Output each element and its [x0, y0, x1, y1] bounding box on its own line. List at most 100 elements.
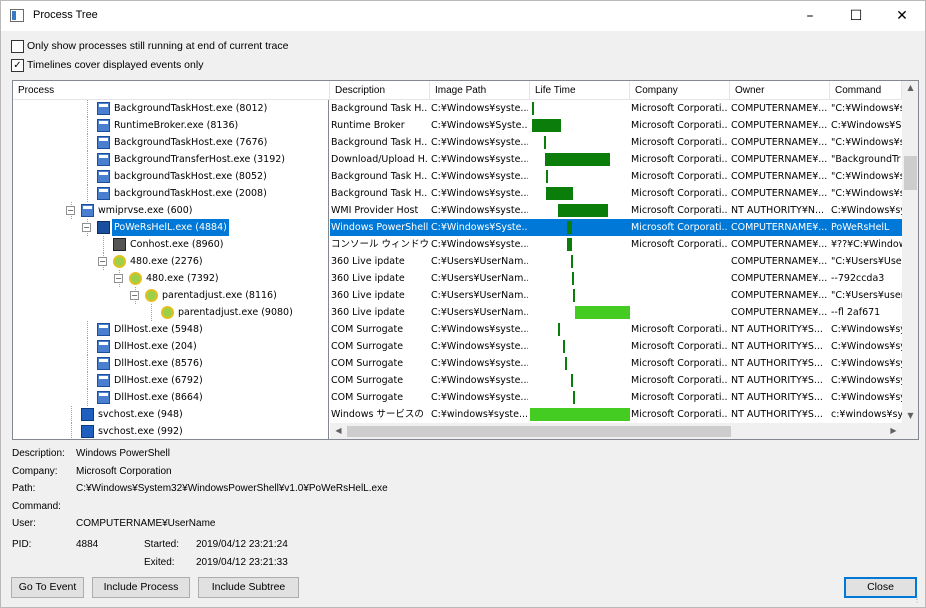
- description-cell: Background Task H...: [331, 188, 428, 199]
- timelines-cover-checkbox[interactable]: ✓: [11, 59, 24, 72]
- table-row[interactable]: COM Surrogate C:¥Windows¥syste... Microsof…: [330, 338, 902, 355]
- table-row[interactable]: COM Surrogate C:¥Windows¥syste... Microsof…: [330, 355, 902, 372]
- process-name: svchost.exe (992): [98, 426, 183, 437]
- tree-row[interactable]: svchost.exe (992): [13, 423, 328, 439]
- tree-row[interactable]: BackgroundTransferHost.exe (3192): [13, 151, 328, 168]
- table-row[interactable]: COM Surrogate C:¥Windows¥syste... Microsof…: [330, 389, 902, 406]
- table-row[interactable]: WMI Provider Host C:¥Windows¥syste... Micr…: [330, 202, 902, 219]
- tree-row[interactable]: BackgroundTaskHost.exe (7676): [13, 134, 328, 151]
- horizontal-scrollbar[interactable]: ◀ ▶: [330, 423, 902, 439]
- table-row[interactable]: Windows サービスの ... C:¥windows¥syste... Micr…: [330, 406, 902, 423]
- column-header-image-path[interactable]: Image Path: [430, 81, 530, 100]
- table-row[interactable]: 360 Live ipdate C:¥Users¥UserNam... COMPUT…: [330, 304, 902, 321]
- tree-row[interactable]: − PoWeRsHelL.exe (4884): [13, 219, 328, 236]
- table-row[interactable]: COM Surrogate C:¥Windows¥syste... Microsof…: [330, 321, 902, 338]
- horizontal-scroll-thumb[interactable]: [347, 426, 731, 437]
- image-path-cell: C:¥Windows¥Syste...: [431, 222, 528, 233]
- collapse-toggle-icon[interactable]: −: [114, 274, 123, 283]
- tree-row[interactable]: RuntimeBroker.exe (8136): [13, 117, 328, 134]
- table-row[interactable]: 360 Live ipdate C:¥Users¥UserNam... COMPUT…: [330, 253, 902, 270]
- minimize-icon: –: [806, 8, 814, 24]
- table-row[interactable]: Runtime Broker C:¥Windows¥Syste... Microso…: [330, 117, 902, 134]
- vertical-scroll-thumb[interactable]: [904, 156, 917, 190]
- collapse-toggle-icon[interactable]: −: [66, 206, 75, 215]
- close-window-button[interactable]: ✕: [879, 1, 925, 31]
- table-row[interactable]: Background Task H... C:¥Windows¥syste... M…: [330, 185, 902, 202]
- table-row[interactable]: Download/Upload H... C:¥Windows¥syste... M…: [330, 151, 902, 168]
- company-label: Company:: [12, 466, 58, 477]
- column-header-process[interactable]: Process: [13, 81, 330, 100]
- tree-row[interactable]: DllHost.exe (8576): [13, 355, 328, 372]
- company-cell: [630, 287, 728, 304]
- collapse-toggle-icon[interactable]: −: [130, 291, 139, 300]
- image-path-cell: C:¥Windows¥syste...: [431, 358, 528, 369]
- tree-row[interactable]: DllHost.exe (6792): [13, 372, 328, 389]
- scroll-down-icon[interactable]: ▼: [902, 411, 918, 420]
- only-running-checkbox[interactable]: [11, 40, 24, 53]
- command-cell: "BackgroundTr: [831, 154, 901, 165]
- description-cell: Background Task H...: [331, 137, 428, 148]
- description-cell: Download/Upload H...: [331, 154, 428, 165]
- minimize-button[interactable]: –: [787, 1, 833, 31]
- tree-row[interactable]: DllHost.exe (204): [13, 338, 328, 355]
- column-header-company[interactable]: Company: [630, 81, 730, 100]
- tree-row[interactable]: parentadjust.exe (9080): [13, 304, 328, 321]
- owner-cell: COMPUTERNAME¥...: [731, 120, 828, 131]
- tree-row[interactable]: − wmiprvse.exe (600): [13, 202, 328, 219]
- table-row[interactable]: 360 Live ipdate C:¥Users¥UserNam... COMPUT…: [330, 270, 902, 287]
- table-row[interactable]: Background Task H... C:¥Windows¥syste... M…: [330, 168, 902, 185]
- go-to-event-button[interactable]: Go To Event: [11, 577, 84, 598]
- table-row[interactable]: Background Task H... C:¥Windows¥syste... M…: [330, 134, 902, 151]
- image-path-cell: C:¥Windows¥syste...: [431, 137, 528, 148]
- column-header-owner[interactable]: Owner: [730, 81, 830, 100]
- process-tree-window: Process Tree – ☐ ✕ Only show processes s…: [0, 0, 926, 608]
- process-name: PoWeRsHelL.exe (4884): [112, 219, 229, 236]
- table-row[interactable]: COM Surrogate C:¥Windows¥syste... Microsof…: [330, 372, 902, 389]
- owner-cell: NT AUTHORITY¥S...: [731, 324, 823, 335]
- process-icon: [97, 340, 110, 353]
- scroll-right-icon[interactable]: ▶: [885, 426, 902, 435]
- collapse-toggle-icon[interactable]: −: [82, 223, 91, 232]
- tree-row[interactable]: DllHost.exe (8664): [13, 389, 328, 406]
- include-process-button[interactable]: Include Process: [92, 577, 190, 598]
- image-path-cell: C:¥Users¥UserNam...: [431, 256, 528, 267]
- exited-label: Exited:: [144, 557, 175, 568]
- close-button[interactable]: Close: [844, 577, 917, 598]
- column-header-command[interactable]: Command: [830, 81, 902, 100]
- include-subtree-button[interactable]: Include Subtree: [198, 577, 299, 598]
- table-row[interactable]: Background Task H... C:¥Windows¥syste... M…: [330, 100, 902, 117]
- process-icon: [81, 204, 94, 217]
- description-cell: Windows PowerShell: [331, 222, 428, 233]
- scroll-left-icon[interactable]: ◀: [330, 426, 347, 435]
- app-360-icon: [145, 289, 158, 302]
- company-cell: [630, 304, 728, 321]
- lifetime-bar: [567, 221, 572, 234]
- grid-header: Process Description Image Path Life Time…: [13, 81, 918, 100]
- resize-grip-icon[interactable]: ⋮: [913, 595, 923, 605]
- maximize-button[interactable]: ☐: [833, 1, 879, 31]
- scroll-up-icon[interactable]: ▲: [902, 83, 918, 92]
- tree-row[interactable]: DllHost.exe (5948): [13, 321, 328, 338]
- company-cell: Microsoft Corporati...: [631, 392, 728, 403]
- tree-row[interactable]: backgroundTaskHost.exe (2008): [13, 185, 328, 202]
- process-name: Conhost.exe (8960): [130, 239, 224, 250]
- table-row[interactable]: 360 Live ipdate C:¥Users¥UserNam... COMPUT…: [330, 287, 902, 304]
- tree-row[interactable]: BackgroundTaskHost.exe (8012): [13, 100, 328, 117]
- lifetime-bar: [567, 238, 572, 251]
- collapse-toggle-icon[interactable]: −: [98, 257, 107, 266]
- vertical-scrollbar[interactable]: ▲ ▼: [902, 81, 918, 423]
- table-row[interactable]: Windows PowerShell C:¥Windows¥Syste... Mic…: [330, 219, 902, 236]
- column-header-description[interactable]: Description: [330, 81, 430, 100]
- tree-guide-line: [87, 117, 88, 134]
- tree-row[interactable]: − parentadjust.exe (8116): [13, 287, 328, 304]
- table-row[interactable]: コンソール ウィンドウ ...C:¥Windows¥syste... Micros…: [330, 236, 902, 253]
- tree-row[interactable]: − 480.exe (2276): [13, 253, 328, 270]
- command-label: Command:: [12, 501, 61, 512]
- tree-row[interactable]: svchost.exe (948): [13, 406, 328, 423]
- tree-row[interactable]: backgroundTaskHost.exe (8052): [13, 168, 328, 185]
- tree-row[interactable]: Conhost.exe (8960): [13, 236, 328, 253]
- column-header-life-time[interactable]: Life Time: [530, 81, 630, 100]
- tree-row[interactable]: − 480.exe (7392): [13, 270, 328, 287]
- command-cell: --792ccda3: [831, 273, 885, 284]
- process-name: svchost.exe (948): [98, 409, 183, 420]
